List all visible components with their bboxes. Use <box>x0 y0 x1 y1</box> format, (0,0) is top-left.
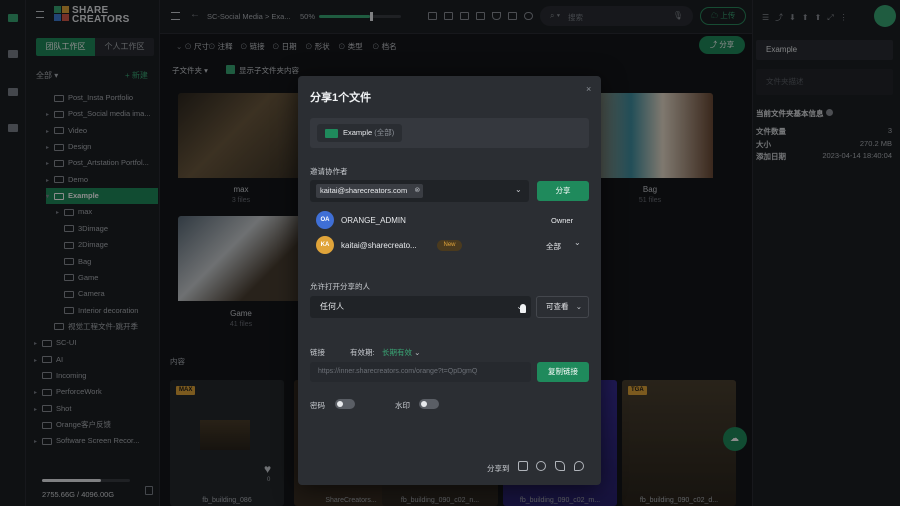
invite-share-button[interactable]: 分享 <box>537 181 589 201</box>
validity-value: 长期有效 <box>382 348 412 357</box>
password-toggle[interactable] <box>335 399 355 409</box>
copy-link-button[interactable]: 复制链接 <box>537 362 589 382</box>
permission-select[interactable]: 可查看 ⌄ <box>536 296 589 318</box>
validity-label: 有效期: <box>350 348 375 357</box>
new-badge: New <box>437 240 462 251</box>
member-role[interactable]: 全部 <box>546 241 561 252</box>
member-avatar: OA <box>316 211 334 229</box>
chat-icon[interactable] <box>536 461 546 471</box>
chevron-down-icon[interactable]: ⌄ <box>515 185 522 194</box>
shared-folder-scope: (全部) <box>374 128 395 137</box>
member-role: Owner <box>551 216 574 225</box>
shared-folder-name: Example <box>343 128 373 137</box>
invite-email: kaitai@sharecreators.com <box>320 186 408 195</box>
allow-open-label: 允许打开分享的人 <box>310 282 370 291</box>
folder-icon <box>325 129 338 138</box>
watermark-label: 水印 <box>395 401 410 410</box>
password-label: 密码 <box>310 401 325 410</box>
audience-select[interactable]: 任何人⌄ <box>310 296 531 318</box>
member-name: ORANGE_ADMIN <box>341 216 406 225</box>
member-name: kaitai@sharecreato... <box>341 241 417 250</box>
send-icon[interactable] <box>555 461 565 471</box>
audience-value: 任何人 <box>320 302 344 311</box>
message-icon[interactable] <box>574 461 584 471</box>
modal-title: 分享1个文件 <box>310 92 372 104</box>
chevron-down-icon: ⌄ <box>414 348 421 357</box>
slack-icon[interactable] <box>518 461 528 471</box>
remove-chip-icon[interactable]: ⊗ <box>414 184 420 198</box>
chevron-down-icon[interactable]: ⌄ <box>574 238 581 247</box>
validity-select[interactable]: 长期有效 ⌄ <box>382 347 420 358</box>
watermark-toggle[interactable] <box>419 399 439 409</box>
share-to-label: 分享到 <box>487 464 510 473</box>
share-link-field[interactable]: https://inner.sharecreators.com/orange?t… <box>310 362 531 382</box>
member-avatar: KA <box>316 236 334 254</box>
invite-label: 邀请协作者 <box>310 167 348 176</box>
shared-folder-chip: Example (全部) <box>317 124 403 142</box>
permission-value: 可查看 <box>546 302 569 311</box>
close-icon[interactable]: × <box>586 84 591 94</box>
chevron-down-icon: ⌄ <box>575 302 582 311</box>
link-label: 链接 <box>310 348 325 357</box>
invite-email-chip[interactable]: kaitai@sharecreators.com ⊗ <box>316 184 424 198</box>
cursor-icon <box>520 304 526 313</box>
